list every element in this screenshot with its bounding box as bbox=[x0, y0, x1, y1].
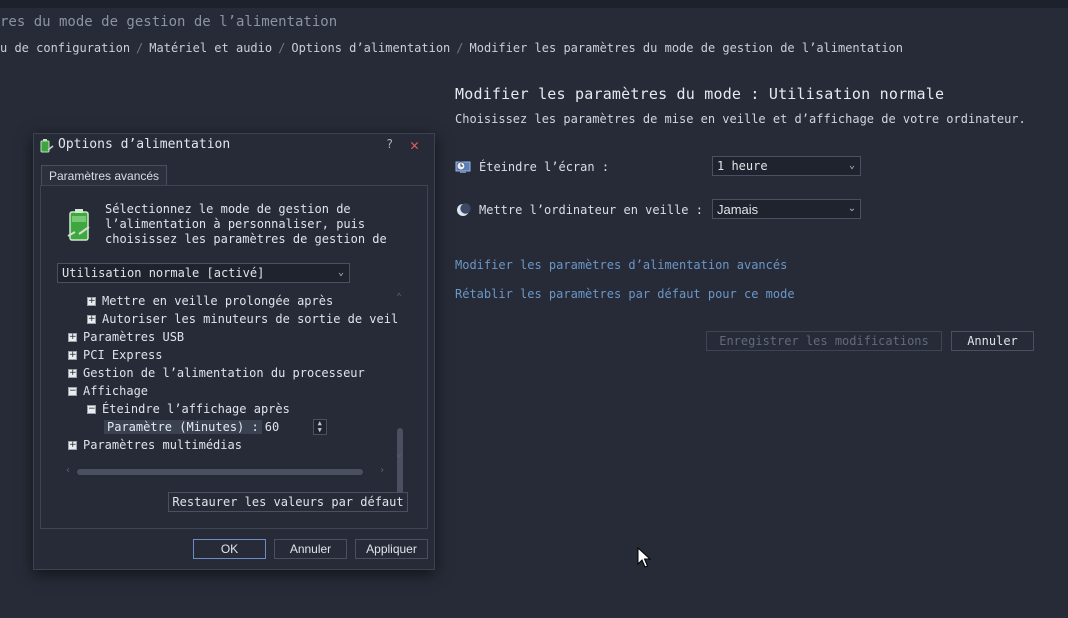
intro-text: Sélectionnez le mode de gestion de l’ali… bbox=[105, 202, 387, 246]
tree-item-display-off[interactable]: − Éteindre l’affichage après bbox=[87, 400, 290, 418]
page-subtitle: Choisissez les paramètres de mise en vei… bbox=[455, 112, 1026, 126]
param-value-input[interactable]: 60 bbox=[265, 420, 309, 434]
tree-item-multimedia[interactable]: + Paramètres multimédias bbox=[68, 436, 242, 454]
monitor-clock-icon bbox=[455, 159, 471, 175]
sleep-row: Mettre l’ordinateur en veille : bbox=[455, 199, 703, 221]
expand-icon[interactable]: + bbox=[68, 350, 77, 360]
breadcrumb-item-power-options[interactable]: Options d’alimentation bbox=[291, 41, 450, 55]
advanced-settings-link[interactable]: Modifier les paramètres d’alimentation a… bbox=[455, 258, 787, 272]
ok-button[interactable]: OK bbox=[193, 539, 266, 559]
breadcrumb-item-control-panel[interactable]: u de configuration bbox=[0, 41, 130, 55]
breadcrumb-item-current: Modifier les paramètres du mode de gesti… bbox=[469, 41, 904, 55]
advanced-settings-panel: Sélectionnez le mode de gestion de l’ali… bbox=[40, 185, 428, 529]
scroll-down-icon[interactable]: ⌄ bbox=[396, 448, 402, 459]
screen-off-label: Éteindre l’écran : bbox=[479, 160, 610, 174]
apply-button[interactable]: Appliquer bbox=[355, 539, 428, 559]
vertical-scrollbar[interactable] bbox=[397, 346, 403, 496]
spinner-arrows-icon[interactable]: ▲ ▼ bbox=[312, 419, 327, 435]
power-plan-select[interactable]: Utilisation normale [activé] ⌄ bbox=[57, 263, 350, 283]
tree-item-hibernate[interactable]: + Mettre en veille prolongée après bbox=[87, 292, 333, 310]
restore-defaults-button[interactable]: Restaurer les valeurs par défaut bbox=[168, 492, 408, 512]
moon-icon bbox=[455, 202, 471, 218]
expand-icon[interactable]: + bbox=[87, 314, 96, 324]
expand-icon[interactable]: + bbox=[68, 440, 77, 450]
sleep-label: Mettre l’ordinateur en veille : bbox=[479, 203, 703, 217]
battery-icon bbox=[65, 208, 93, 245]
expand-icon[interactable]: + bbox=[87, 296, 96, 306]
breadcrumb-separator: / bbox=[278, 41, 286, 55]
tree-item-processor[interactable]: + Gestion de l’alimentation du processeur bbox=[68, 364, 365, 382]
help-icon[interactable]: ? bbox=[386, 137, 393, 151]
vertical-scroll-thumb[interactable] bbox=[397, 428, 403, 496]
screen-off-row: Éteindre l’écran : bbox=[455, 156, 609, 178]
screen-off-value: 1 heure bbox=[717, 159, 768, 173]
param-label: Paramètre (Minutes) : bbox=[104, 420, 262, 434]
sleep-value: Jamais bbox=[717, 201, 759, 217]
chevron-down-icon: ⌄ bbox=[847, 203, 857, 214]
scroll-up-icon[interactable]: ⌃ bbox=[396, 292, 402, 303]
tree-item-usb[interactable]: + Paramètres USB bbox=[68, 328, 184, 346]
screen-off-select[interactable]: 1 heure ⌄ bbox=[712, 156, 861, 176]
page-title: Modifier les paramètres du mode : Utilis… bbox=[455, 85, 945, 103]
expand-icon[interactable]: + bbox=[68, 368, 77, 378]
tree-item-pci-express[interactable]: + PCI Express bbox=[68, 346, 162, 364]
dialog-cancel-button[interactable]: Annuler bbox=[274, 539, 347, 559]
settings-tree: + Mettre en veille prolongée après + Autor… bbox=[58, 290, 398, 458]
chevron-down-icon: ⌄ bbox=[848, 160, 856, 171]
power-options-dialog: Options d’alimentation ? ✕ Paramètres av… bbox=[33, 133, 435, 570]
window-title: res du mode de gestion de l’alimentation bbox=[0, 14, 338, 30]
sleep-select[interactable]: Jamais ⌄ bbox=[712, 199, 861, 219]
tree-item-wake-timers[interactable]: + Autoriser les minuteurs de sortie de ve… bbox=[87, 310, 398, 328]
collapse-icon[interactable]: − bbox=[87, 404, 96, 414]
close-icon[interactable]: ✕ bbox=[410, 136, 419, 154]
tree-item-display[interactable]: − Affichage bbox=[68, 382, 148, 400]
scroll-right-icon[interactable]: › bbox=[379, 465, 385, 476]
breadcrumb-separator: / bbox=[136, 41, 144, 55]
power-plan-value: Utilisation normale [activé] bbox=[62, 266, 265, 280]
battery-plug-icon bbox=[38, 138, 54, 157]
top-strip bbox=[0, 0, 1068, 8]
breadcrumb-separator: / bbox=[456, 41, 464, 55]
restore-defaults-link[interactable]: Rétablir les paramètres par défaut pour … bbox=[455, 287, 795, 301]
collapse-icon[interactable]: − bbox=[68, 386, 77, 396]
cancel-button[interactable]: Annuler bbox=[951, 331, 1034, 351]
scroll-left-icon[interactable]: ‹ bbox=[65, 465, 71, 476]
horizontal-scrollbar[interactable] bbox=[77, 469, 363, 475]
save-changes-button[interactable]: Enregistrer les modifications bbox=[706, 331, 942, 351]
tree-item-param: Paramètre (Minutes) : 60 ▲ ▼ bbox=[104, 418, 327, 436]
tab-advanced-settings[interactable]: Paramètres avancés bbox=[41, 165, 168, 186]
chevron-down-icon: ⌄ bbox=[337, 267, 345, 278]
mouse-cursor-icon bbox=[637, 546, 652, 572]
dialog-title: Options d’alimentation bbox=[58, 137, 231, 152]
breadcrumb: u de configuration / Matériel et audio / Opt… bbox=[0, 41, 903, 55]
expand-icon[interactable]: + bbox=[68, 332, 77, 342]
breadcrumb-item-hardware[interactable]: Matériel et audio bbox=[149, 41, 272, 55]
